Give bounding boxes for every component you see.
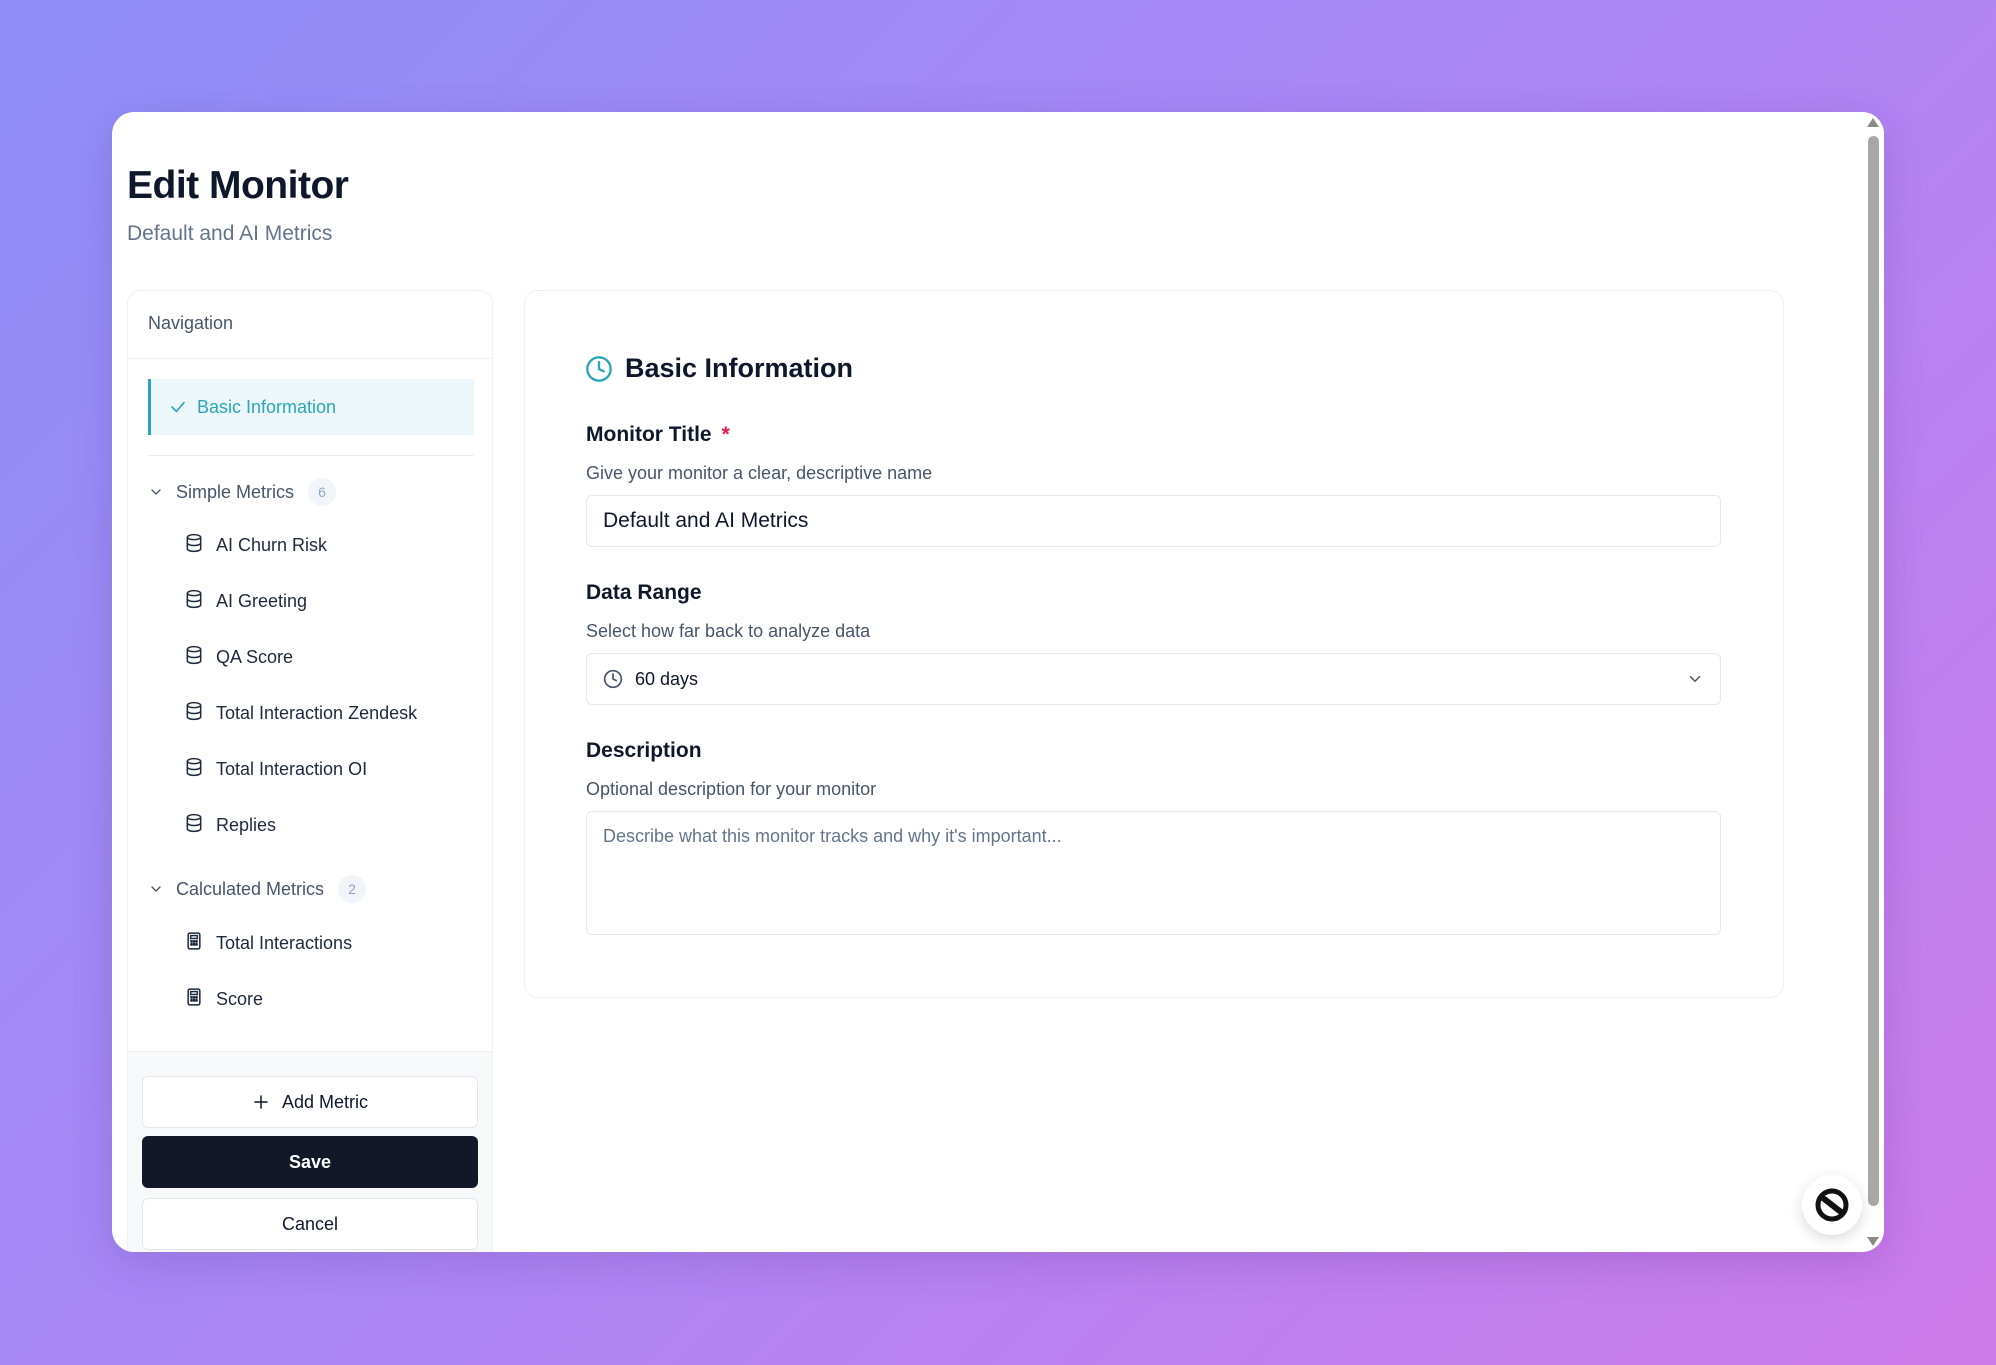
scroll-up-arrow-icon[interactable]	[1867, 118, 1879, 127]
metric-label: AI Greeting	[216, 590, 308, 611]
clock-icon	[603, 669, 623, 689]
chat-widget-icon	[1812, 1185, 1852, 1225]
nav-divider	[148, 455, 474, 456]
add-metric-button[interactable]: Add Metric	[142, 1076, 478, 1128]
metric-label: AI Churn Risk	[216, 534, 328, 555]
edit-monitor-window: Edit Monitor Default and AI Metrics Navi…	[112, 112, 1884, 1252]
add-metric-label: Add Metric	[281, 1091, 369, 1112]
data-range-label: Data Range	[586, 581, 702, 604]
monitor-title-hint: Give your monitor a clear, descriptive n…	[586, 463, 933, 483]
database-icon	[184, 701, 204, 726]
monitor-title-label-text: Monitor Title	[586, 423, 712, 446]
metric-label: Total Interaction Zendesk	[216, 702, 418, 723]
metric-label: Score	[216, 988, 264, 1009]
sidebar-item-total-interaction-zendesk[interactable]: Total Interaction Zendesk	[184, 697, 417, 729]
chevron-down-icon	[148, 881, 164, 897]
chevron-down-icon	[1686, 670, 1704, 688]
page-subtitle: Default and AI Metrics	[127, 222, 333, 245]
calculator-icon	[184, 987, 204, 1012]
database-icon	[184, 589, 204, 614]
save-button[interactable]: Save	[142, 1136, 478, 1188]
calculator-icon	[184, 931, 204, 956]
count-badge: 2	[338, 875, 367, 903]
sidebar-actions: Add Metric Save Cancel	[128, 1051, 492, 1252]
group-label: Simple Metrics	[176, 481, 295, 502]
metric-label: Replies	[216, 814, 277, 835]
sidebar-item-total-interaction-oi[interactable]: Total Interaction OI	[184, 753, 367, 785]
sidebar-item-score[interactable]: Score	[184, 983, 263, 1015]
sidebar-item-ai-churn-risk[interactable]: AI Churn Risk	[184, 529, 327, 561]
sidebar-item-ai-greeting[interactable]: AI Greeting	[184, 585, 307, 617]
group-label: Calculated Metrics	[176, 878, 325, 899]
metric-label: Total Interactions	[216, 932, 353, 953]
data-range-hint: Select how far back to analyze data	[586, 621, 871, 641]
page-title: Edit Monitor	[127, 164, 349, 207]
metric-label: QA Score	[216, 646, 294, 667]
group-simple-metrics[interactable]: Simple Metrics 6	[148, 475, 474, 509]
sidebar-navigation: Navigation Basic Information Simple Metr…	[127, 290, 493, 1252]
monitor-title-input[interactable]: Default and AI Metrics	[586, 495, 1721, 547]
plus-icon	[252, 1093, 270, 1111]
scroll-thumb[interactable]	[1868, 136, 1879, 1206]
check-icon	[169, 398, 187, 416]
cancel-button[interactable]: Cancel	[142, 1198, 478, 1250]
scrollbar[interactable]	[1862, 112, 1884, 1252]
basic-information-card: Basic Information Monitor Title * Give yo…	[524, 290, 1784, 998]
database-icon	[184, 813, 204, 838]
metric-label: Total Interaction OI	[216, 758, 368, 779]
database-icon	[184, 533, 204, 558]
section-title-text: Basic Information	[625, 353, 854, 383]
monitor-title-label: Monitor Title *	[586, 423, 730, 447]
data-range-value: 60 days	[635, 668, 699, 689]
data-range-select[interactable]: 60 days	[586, 653, 1721, 705]
description-hint: Optional description for your monitor	[586, 779, 877, 799]
nav-header: Navigation	[128, 291, 492, 359]
clock-icon	[585, 355, 613, 383]
sidebar-item-replies[interactable]: Replies	[184, 809, 276, 841]
required-mark: *	[721, 423, 730, 446]
count-badge: 6	[308, 478, 337, 506]
chevron-down-icon	[148, 484, 164, 500]
database-icon	[184, 757, 204, 782]
sidebar-item-basic-information[interactable]: Basic Information	[148, 379, 474, 435]
sidebar-item-qa-score[interactable]: QA Score	[184, 641, 293, 673]
section-title: Basic Information	[585, 353, 853, 384]
sidebar-item-label: Basic Information	[197, 396, 337, 417]
description-textarea[interactable]: Describe what this monitor tracks and wh…	[586, 811, 1721, 935]
scroll-down-arrow-icon[interactable]	[1867, 1237, 1879, 1246]
chat-widget-button[interactable]	[1802, 1175, 1862, 1235]
group-calculated-metrics[interactable]: Calculated Metrics 2	[148, 872, 474, 906]
sidebar-item-total-interactions[interactable]: Total Interactions	[184, 927, 352, 959]
database-icon	[184, 645, 204, 670]
description-label: Description	[586, 739, 702, 762]
